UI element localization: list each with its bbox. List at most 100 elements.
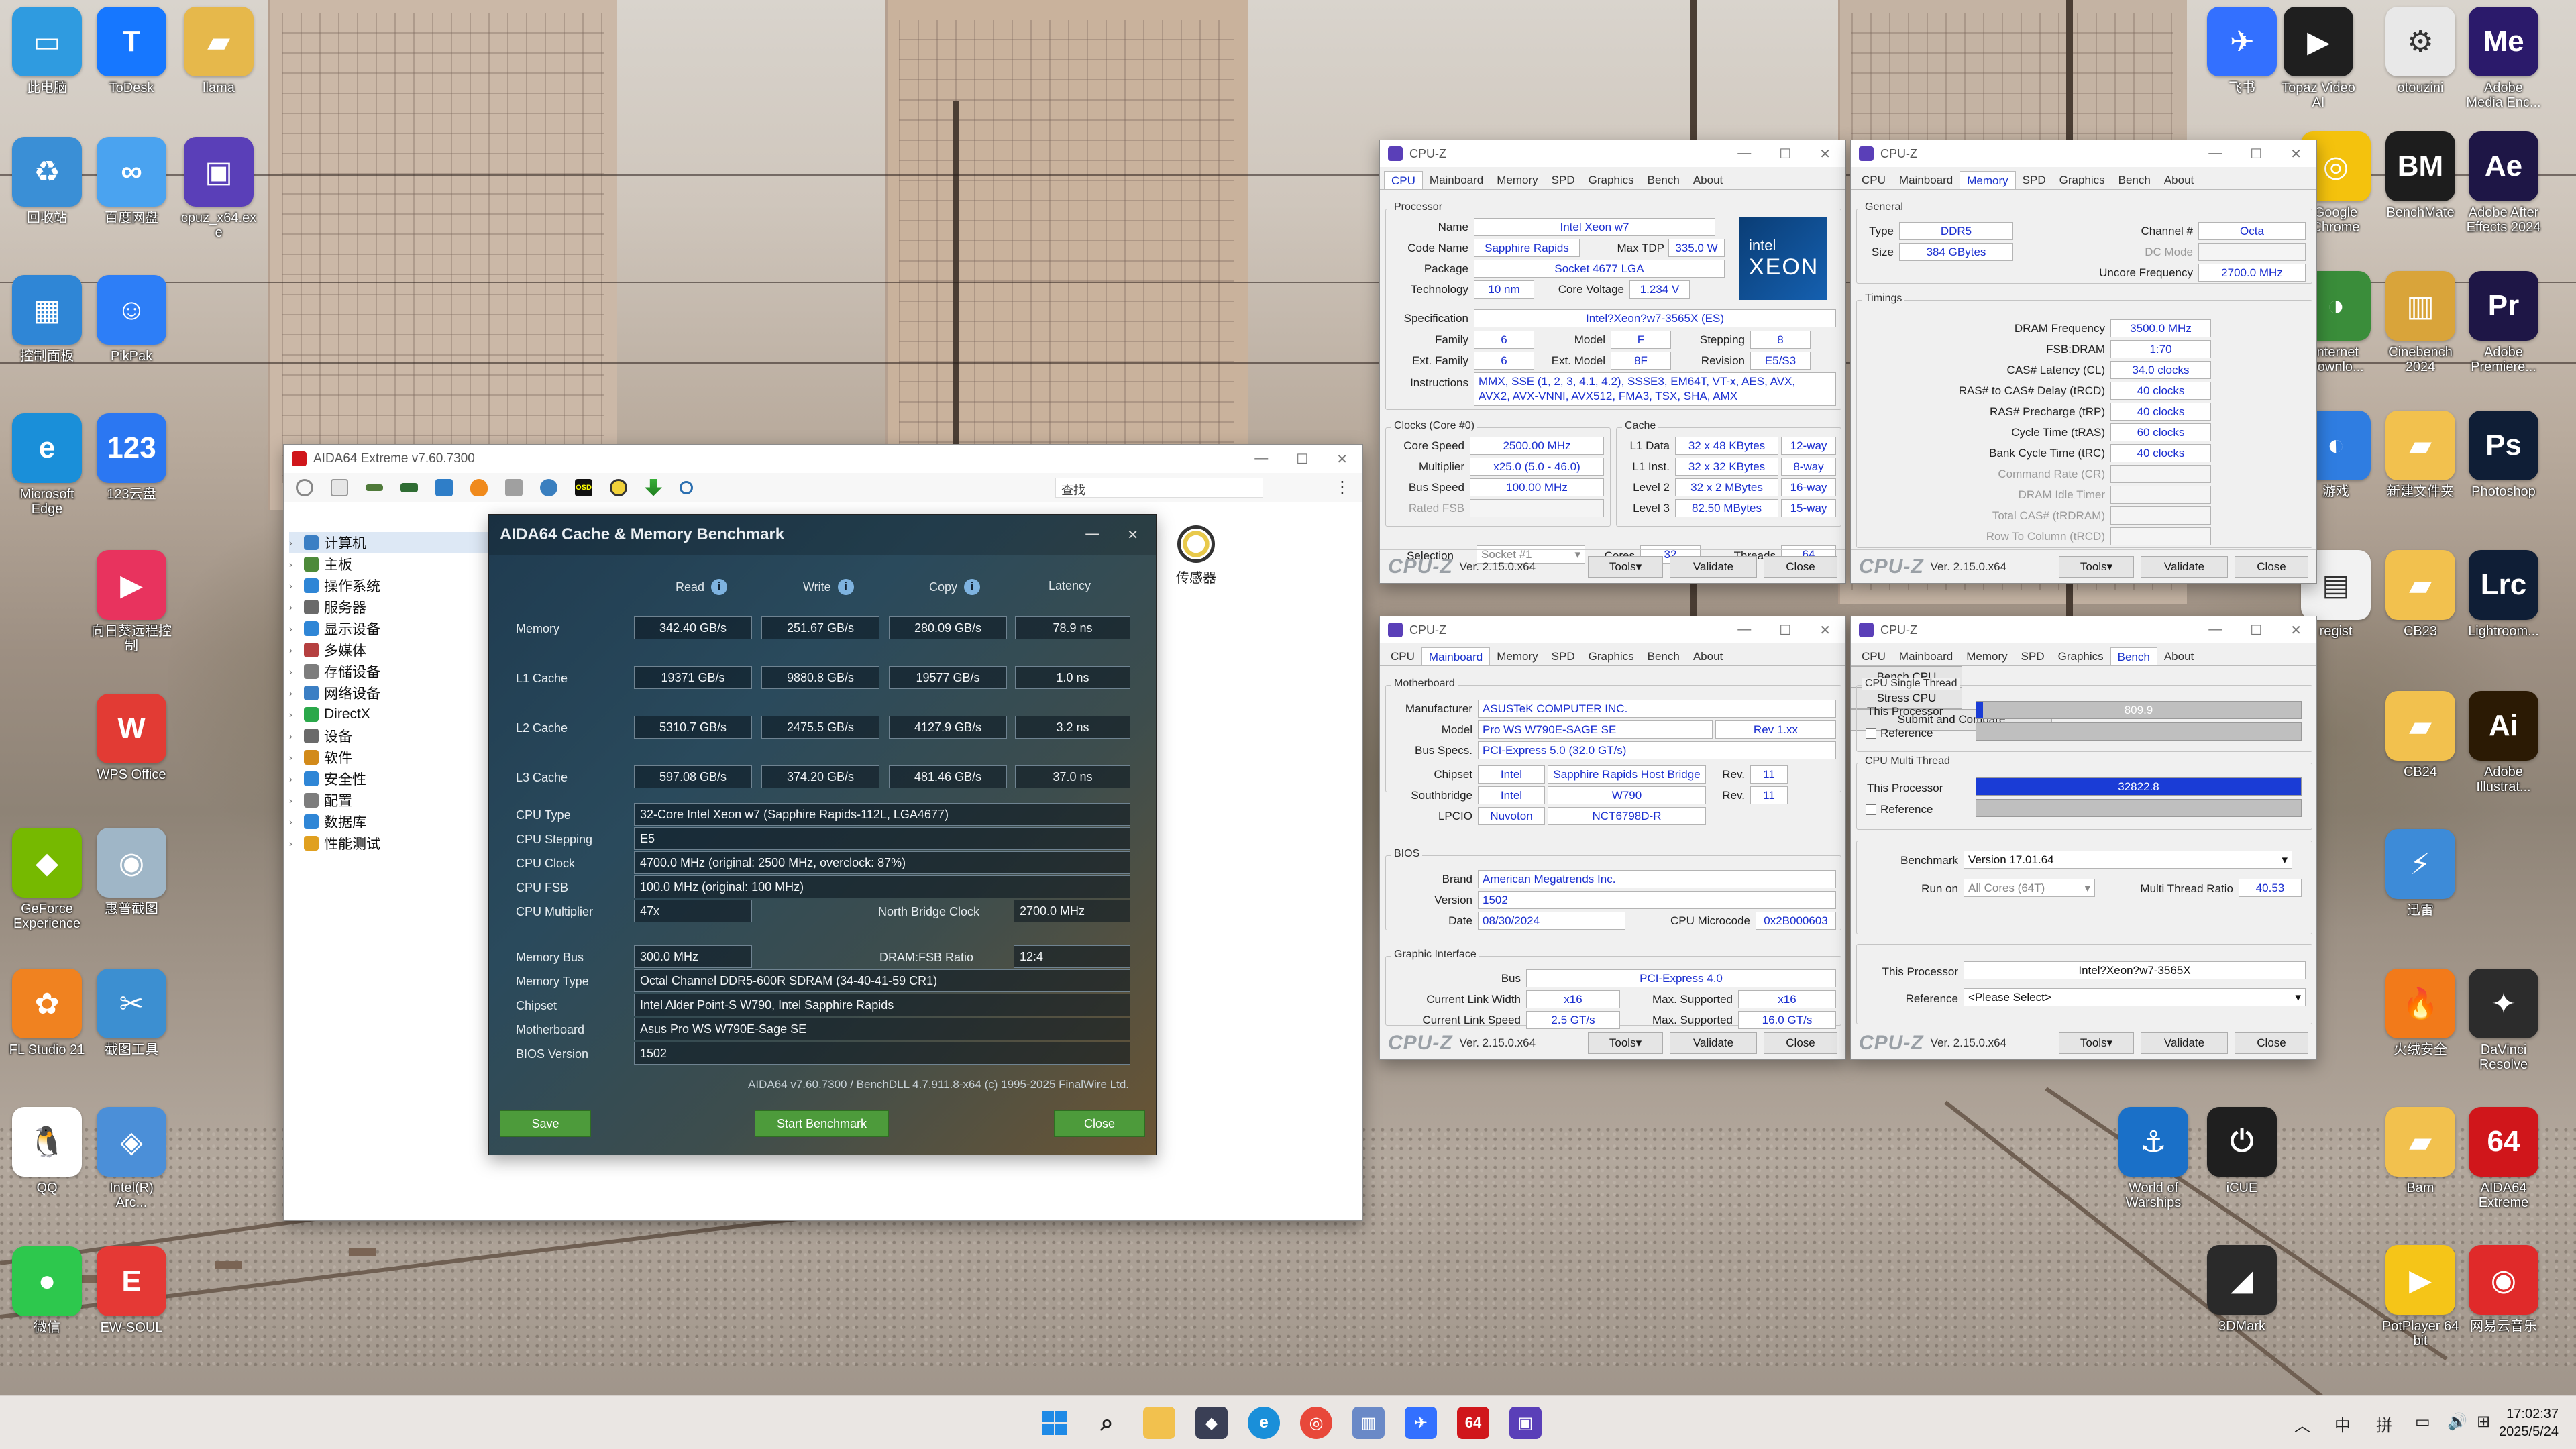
cpuz-titlebar[interactable]: CPU-Z — ☐ ✕ [1851, 616, 2316, 643]
cpuz-tab-spd[interactable]: SPD [2016, 171, 2053, 189]
tools-button[interactable]: Tools ▾ [1588, 555, 1663, 578]
desktop-icon[interactable]: 123 123云盘 [78, 413, 185, 502]
flame-icon[interactable] [470, 478, 488, 496]
validate-button[interactable]: Validate [2141, 1032, 2228, 1054]
network-icon[interactable] [435, 478, 453, 496]
chevron-right-icon[interactable]: › [289, 709, 299, 720]
maximize-icon[interactable]: ☐ [1779, 622, 1791, 639]
tree-item[interactable]: › 配置 [289, 790, 504, 811]
tools-button[interactable]: Tools ▾ [1588, 1032, 1663, 1054]
tree-item[interactable]: › 存储设备 [289, 661, 504, 682]
close-icon[interactable]: ✕ [1819, 146, 1831, 162]
cpuz-tab-cpu[interactable]: CPU [1855, 171, 1892, 189]
file-explorer-icon[interactable] [1143, 1407, 1175, 1439]
refresh-icon[interactable] [296, 478, 313, 496]
desktop-icon[interactable]: Ps Photoshop [2450, 411, 2557, 499]
desktop-icon[interactable]: ◉ 惠普截图 [78, 828, 185, 916]
cpuz-tab-bench[interactable]: Bench [2110, 647, 2157, 665]
close-button[interactable]: Close [1054, 1110, 1145, 1137]
cpuz-tab-bench[interactable]: Bench [1641, 171, 1686, 189]
benchmark-version-dropdown[interactable]: Version 17.01.64 ▾ [1964, 851, 2292, 869]
user-icon[interactable] [540, 478, 557, 496]
multi-reference-checkbox[interactable] [1866, 804, 1876, 815]
ime-mode[interactable]: 拼 [2376, 1412, 2392, 1436]
cpuz-tab-mainboard[interactable]: Mainboard [1892, 171, 1960, 189]
cpuz-tab-graphics[interactable]: Graphics [1582, 647, 1641, 665]
tree-item[interactable]: › 安全性 [289, 768, 504, 790]
cpuz-tab-memory[interactable]: Memory [1490, 171, 1544, 189]
maximize-icon[interactable]: ☐ [1296, 451, 1308, 468]
memory-icon[interactable] [366, 484, 383, 491]
desktop-icon[interactable]: Pr Adobe Premiere... [2450, 271, 2557, 374]
cpuz-tab-memory[interactable]: Memory [1960, 647, 2014, 665]
minimize-icon[interactable]: — [2208, 146, 2222, 162]
desktop-icon[interactable]: ⏻ iCUE [2188, 1107, 2296, 1195]
start-benchmark-button[interactable]: Start Benchmark [755, 1110, 889, 1137]
display-icon[interactable]: ▭ [2415, 1412, 2430, 1432]
cpuz-tab-bench[interactable]: Bench [1641, 647, 1686, 665]
validate-button[interactable]: Validate [2141, 555, 2228, 578]
tree-item[interactable]: › 服务器 [289, 596, 504, 618]
cpuz-tab-about[interactable]: About [2157, 171, 2200, 189]
tree-item[interactable]: › 显示设备 [289, 618, 504, 639]
chevron-right-icon[interactable]: › [289, 623, 299, 634]
reference-dropdown[interactable]: <Please Select> ▾ [1964, 988, 2306, 1006]
validate-button[interactable]: Validate [1670, 1032, 1757, 1054]
start-button[interactable] [1038, 1407, 1071, 1439]
cpuz-tab-spd[interactable]: SPD [2015, 647, 2051, 665]
osd-icon[interactable]: OSD [575, 478, 592, 496]
tree-item[interactable]: › 网络设备 [289, 682, 504, 704]
tree-item[interactable]: › 主板 [289, 553, 504, 575]
desktop-icon[interactable]: ◢ 3DMark [2188, 1245, 2296, 1334]
cpuz-tab-mainboard[interactable]: Mainboard [1892, 647, 1960, 665]
tree-item[interactable]: › 操作系统 [289, 575, 504, 596]
validate-button[interactable]: Validate [1670, 555, 1757, 578]
desktop-icon[interactable]: ▶ 向日葵远程控 制 [78, 550, 185, 653]
cpuz-close-button[interactable]: Close [2235, 555, 2308, 578]
chevron-right-icon[interactable]: › [289, 773, 299, 784]
tree-item[interactable]: › 数据库 [289, 811, 504, 833]
tree-item[interactable]: › 性能测试 [289, 833, 504, 854]
close-icon[interactable]: ✕ [2290, 622, 2302, 639]
chevron-right-icon[interactable]: › [289, 795, 299, 806]
chevron-right-icon[interactable]: › [289, 559, 299, 570]
cpuz-tab-about[interactable]: About [1686, 171, 1729, 189]
cpuz-tab-mainboard[interactable]: Mainboard [1423, 171, 1490, 189]
desktop-icon[interactable]: Ai Adobe Illustrat... [2450, 691, 2557, 794]
ram-icon[interactable] [400, 482, 418, 492]
chevron-right-icon[interactable]: › [289, 645, 299, 655]
feishu-icon[interactable]: ✈ [1405, 1407, 1437, 1439]
aida64-taskbar-icon[interactable]: 64 [1457, 1407, 1489, 1439]
chevron-right-icon[interactable]: › [289, 752, 299, 763]
cpuz-tab-cpu[interactable]: CPU [1384, 647, 1421, 665]
download-icon[interactable] [645, 478, 662, 496]
maximize-icon[interactable]: ☐ [2250, 146, 2262, 162]
cpuz-titlebar[interactable]: CPU-Z — ☐ ✕ [1380, 140, 1845, 167]
chevron-right-icon[interactable]: › [289, 816, 299, 827]
single-reference-checkbox[interactable] [1866, 728, 1876, 739]
gauge-icon[interactable] [610, 478, 627, 496]
info-icon[interactable]: i [964, 579, 981, 595]
aida64-titlebar[interactable]: AIDA64 Extreme v7.60.7300 — ☐ ✕ [284, 445, 1362, 473]
tools-button[interactable]: Tools ▾ [2059, 1032, 2134, 1054]
search-input[interactable]: 查找 [1055, 477, 1263, 498]
chevron-right-icon[interactable]: › [289, 731, 299, 741]
chevron-right-icon[interactable]: › [289, 537, 299, 548]
tray-overflow-icon[interactable]: ︿ [2294, 1412, 2310, 1436]
cpuz-tab-memory[interactable]: Memory [1960, 171, 2016, 189]
cpuz-close-button[interactable]: Close [2235, 1032, 2308, 1054]
desktop-icon[interactable]: ◈ Intel(R) Arc... [78, 1107, 185, 1210]
cpuz-tab-mainboard[interactable]: Mainboard [1421, 647, 1491, 665]
tree-item[interactable]: › 计算机 [289, 532, 504, 553]
minimize-icon[interactable]: — [1737, 622, 1751, 639]
chevron-right-icon[interactable]: › [289, 580, 299, 591]
cpuz-tab-cpu[interactable]: CPU [1855, 647, 1892, 665]
desktop-icon[interactable]: Lrc Lightroom... [2450, 550, 2557, 639]
tree-item[interactable]: › 设备 [289, 725, 504, 747]
maximize-icon[interactable]: ☐ [1779, 146, 1791, 162]
sensor-item[interactable]: 传感器 [1156, 525, 1236, 586]
tools-icon[interactable] [505, 478, 523, 496]
cpuz-tab-about[interactable]: About [1686, 647, 1729, 665]
desktop-icon[interactable]: ▰ llama [165, 7, 272, 95]
desktop-icon[interactable]: 64 AIDA64 Extreme [2450, 1107, 2557, 1210]
